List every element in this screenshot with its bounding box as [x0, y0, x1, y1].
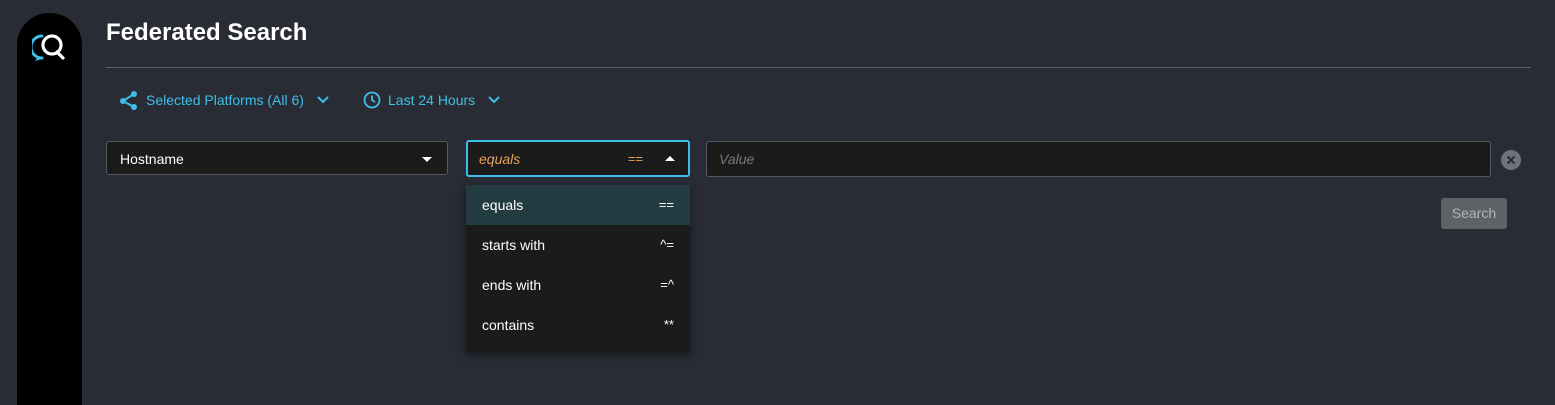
operator-select[interactable]: equals ==: [466, 140, 690, 177]
option-label: equals: [482, 197, 524, 213]
caret-up-icon: [665, 156, 675, 161]
operator-select-symbol: ==: [627, 151, 643, 166]
operator-option-contains[interactable]: contains **: [466, 305, 690, 345]
option-label: ends with: [482, 277, 542, 293]
chevron-down-icon: [316, 95, 330, 105]
share-icon: [118, 89, 140, 111]
time-range-filter[interactable]: Last 24 Hours: [362, 88, 501, 112]
caret-down-icon: [422, 157, 432, 162]
operator-option-starts-with[interactable]: starts with ^=: [466, 225, 690, 265]
logo-icon[interactable]: [29, 31, 68, 65]
option-symbol: **: [663, 317, 674, 332]
time-range-label: Last 24 Hours: [388, 92, 476, 108]
option-symbol: =^: [660, 277, 674, 292]
page-title: Federated Search: [106, 19, 308, 46]
operator-option-equals[interactable]: equals ==: [466, 185, 690, 225]
app-root: Federated Search Selected Platforms (All…: [0, 0, 1555, 405]
operator-select-value: equals: [479, 151, 521, 167]
close-icon: [1506, 155, 1516, 165]
option-label: starts with: [482, 237, 546, 253]
option-symbol: ^=: [660, 237, 674, 252]
field-select[interactable]: Hostname: [106, 141, 448, 175]
sidebar: [17, 13, 82, 405]
platforms-filter-label: Selected Platforms (All 6): [146, 92, 304, 108]
platforms-filter[interactable]: Selected Platforms (All 6): [118, 88, 330, 112]
search-button[interactable]: Search: [1441, 198, 1507, 229]
operator-option-ends-with[interactable]: ends with =^: [466, 265, 690, 305]
clear-button[interactable]: [1501, 150, 1521, 170]
chevron-down-icon: [487, 95, 501, 105]
title-divider: [106, 67, 1531, 68]
operator-dropdown-menu: equals == starts with ^= ends with =^ co…: [466, 185, 690, 352]
option-label: contains: [482, 317, 535, 333]
field-select-value: Hostname: [120, 151, 184, 167]
value-input[interactable]: [706, 141, 1491, 177]
clock-icon: [362, 90, 382, 110]
option-symbol: ==: [658, 197, 674, 212]
